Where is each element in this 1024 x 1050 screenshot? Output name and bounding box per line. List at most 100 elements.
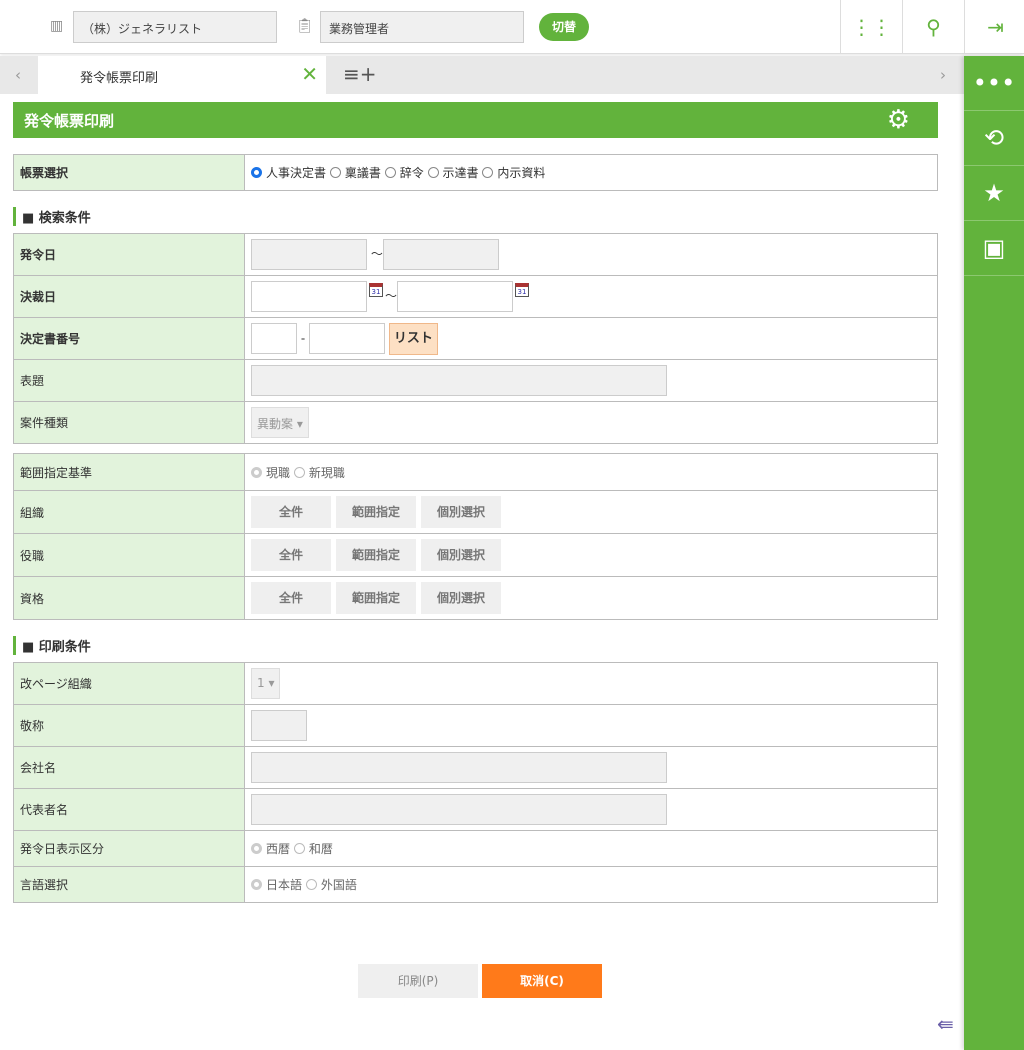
add-tab-icon[interactable]: ≡+	[343, 62, 377, 86]
radio-new[interactable]	[293, 466, 305, 478]
representative-label: 代表者名	[13, 788, 245, 831]
tilde: ～	[385, 289, 398, 303]
page-break-select[interactable]: 1 ▾	[251, 668, 281, 699]
page-break-label: 改ページ組織	[13, 662, 245, 705]
hatsurei-date-label: 発令日	[13, 233, 245, 276]
radio-jirei[interactable]	[384, 167, 396, 178]
search-icon[interactable]: ⚲	[902, 0, 964, 54]
option-label: 日本語	[266, 878, 303, 892]
clipboard-icon: 📋︎	[296, 18, 314, 34]
dash: -	[300, 331, 306, 345]
radio-western[interactable]	[251, 843, 262, 854]
switch-button[interactable]: 切替	[539, 13, 589, 41]
print-table: 改ページ組織 1 ▾ 敬称 会社名 代表者名 発令日表示区分 西暦 和暦 言語選…	[13, 662, 938, 903]
range-table: 範囲指定基準 現職 新現職 組織 全件 範囲指定 個別選択 役職 全件 範囲指定 個別選…	[13, 453, 938, 620]
title-label: 表題	[13, 359, 245, 402]
logout-icon[interactable]: ⇥	[964, 0, 1024, 54]
calendar-icon[interactable]: 31	[515, 283, 530, 297]
radio-japanese-lang[interactable]	[251, 879, 262, 890]
kessai-date-to[interactable]	[397, 281, 514, 312]
right-sidebar: ••• ⟲ ★ ▣	[964, 56, 1024, 1050]
doc-number-label: 決定書番号	[13, 317, 245, 360]
option-label: 内示資料	[497, 166, 546, 180]
case-type-label: 案件種類	[13, 401, 245, 444]
chevron-right-icon[interactable]: ›	[940, 66, 946, 84]
case-type-value: 異動案	[257, 417, 294, 431]
option-label: 外国語	[320, 878, 357, 892]
company-name-label: 会社名	[13, 746, 245, 789]
kessai-date-label: 決裁日	[13, 275, 245, 318]
company-name-input[interactable]	[251, 752, 667, 783]
basis-label: 範囲指定基準	[13, 453, 245, 491]
case-type-select[interactable]: 異動案 ▾	[251, 407, 309, 438]
inbox-icon[interactable]: ▣	[964, 221, 1024, 276]
hatsurei-date-from[interactable]	[251, 239, 367, 270]
option-label: 和暦	[308, 842, 333, 856]
language-label: 言語選択	[13, 866, 245, 903]
org-all-button[interactable]: 全件	[251, 496, 331, 528]
representative-input[interactable]	[251, 794, 667, 825]
list-button[interactable]: リスト	[388, 322, 438, 355]
qual-individual-button[interactable]: 個別選択	[421, 582, 501, 614]
building-icon: ▥	[50, 18, 64, 34]
radio-jinji[interactable]	[251, 167, 262, 178]
collapse-arrow-icon[interactable]: ⇚	[937, 1012, 954, 1036]
star-icon[interactable]: ★	[964, 166, 1024, 221]
radio-shitatsu[interactable]	[427, 167, 439, 178]
chevron-left-icon[interactable]: ‹	[15, 66, 21, 84]
option-label: 示達書	[442, 166, 479, 180]
cancel-button[interactable]: 取消(C)	[482, 964, 602, 998]
option-label: 西暦	[266, 842, 291, 856]
form-select-options: 人事決定書 稟議書 辞令 示達書 内示資料	[244, 154, 938, 191]
more-icon[interactable]: •••	[964, 56, 1024, 111]
qual-all-button[interactable]: 全件	[251, 582, 331, 614]
calendar-icon[interactable]: 31	[369, 283, 383, 297]
radio-naiji[interactable]	[482, 167, 494, 178]
doc-number-suffix[interactable]	[309, 323, 385, 354]
option-label: 稟議書	[344, 166, 381, 180]
date-display-label: 発令日表示区分	[13, 830, 245, 867]
gear-icon[interactable]: ⚙	[887, 105, 910, 135]
tab-label: 発令帳票印刷	[80, 71, 159, 86]
print-heading: ■ 印刷条件	[13, 636, 91, 655]
option-label: 現職	[266, 465, 291, 480]
close-icon[interactable]: ✕	[301, 62, 318, 86]
qualification-label: 資格	[13, 576, 245, 620]
history-icon[interactable]: ⟲	[964, 111, 1024, 166]
tilde: ～	[370, 247, 383, 261]
honorific-label: 敬称	[13, 704, 245, 747]
page-title: 発令帳票印刷	[24, 112, 115, 130]
org-individual-button[interactable]: 個別選択	[421, 496, 501, 528]
position-label: 役職	[13, 533, 245, 577]
qual-range-button[interactable]: 範囲指定	[336, 582, 416, 614]
doc-number-prefix[interactable]	[251, 323, 297, 354]
top-bar: ▥ （株）ジェネラリスト 📋︎ 業務管理者 切替 ⋮⋮ ⚲ ⇥	[0, 0, 1024, 54]
position-all-button[interactable]: 全件	[251, 539, 331, 571]
org-range-button[interactable]: 範囲指定	[336, 496, 416, 528]
title-input[interactable]	[251, 365, 667, 396]
tab-hatsurei-print[interactable]: 発令帳票印刷 ✕	[38, 56, 326, 94]
radio-foreign-lang[interactable]	[305, 879, 317, 890]
position-individual-button[interactable]: 個別選択	[421, 539, 501, 571]
apps-grid-icon[interactable]: ⋮⋮	[840, 0, 902, 54]
option-label: 辞令	[399, 166, 424, 180]
position-range-button[interactable]: 範囲指定	[336, 539, 416, 571]
radio-japanese[interactable]	[293, 843, 305, 854]
tab-bar: ‹ 発令帳票印刷 ✕ ≡+ ›	[0, 56, 964, 94]
search-table: 発令日 ～ 決裁日 31 ～ 31 決定書番号 - リスト 表題 案件種類 異動案 …	[13, 233, 938, 444]
company-field[interactable]: （株）ジェネラリスト	[73, 11, 277, 43]
print-button[interactable]: 印刷(P)	[358, 964, 478, 998]
kessai-date-from[interactable]	[251, 281, 367, 312]
honorific-input[interactable]	[251, 710, 307, 741]
page-title-bar: 発令帳票印刷 ⚙	[13, 102, 938, 138]
hatsurei-date-to[interactable]	[382, 239, 499, 270]
form-select-label: 帳票選択	[13, 154, 245, 191]
radio-ringi[interactable]	[329, 167, 341, 178]
option-label: 人事決定書	[266, 166, 327, 180]
form-select-table: 帳票選択 人事決定書 稟議書 辞令 示達書 内示資料	[13, 154, 938, 191]
search-heading: ■ 検索条件	[13, 207, 91, 226]
radio-current[interactable]	[251, 466, 262, 478]
role-field[interactable]: 業務管理者	[320, 11, 524, 43]
page-break-value: 1	[257, 676, 265, 690]
option-label: 新現職	[308, 465, 345, 480]
